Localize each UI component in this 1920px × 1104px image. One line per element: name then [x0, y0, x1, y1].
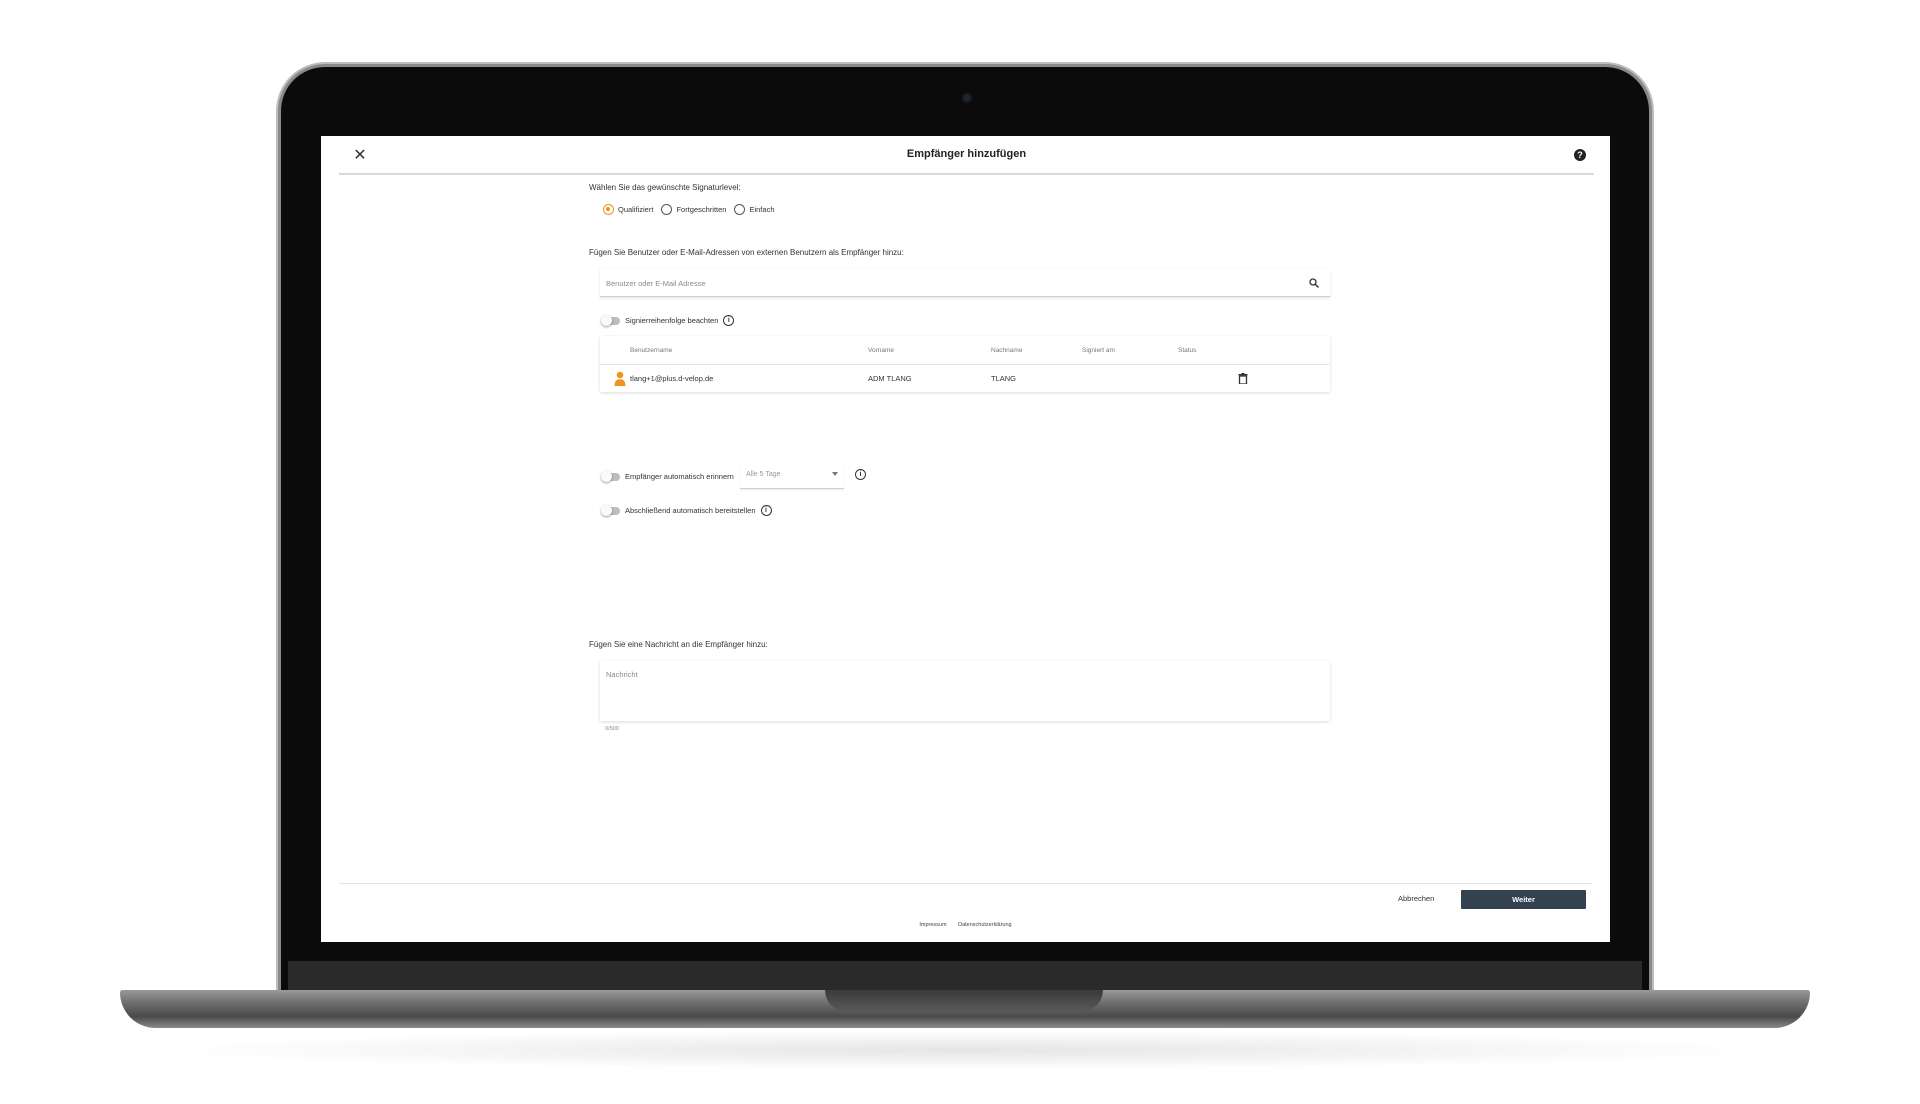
next-button[interactable]: Weiter — [1461, 890, 1586, 909]
dialog-header: ✕ Empfänger hinzufügen ? — [339, 136, 1594, 175]
radio-qualifiziert[interactable]: Qualifiziert — [603, 204, 653, 215]
signing-order-label: Signierreihenfolge beachten — [625, 316, 719, 325]
user-icon — [614, 371, 626, 386]
base-shadow — [150, 1030, 1780, 1070]
imprint-link[interactable]: Impressum — [919, 922, 946, 928]
cell-firstname: ADM TLANG — [868, 374, 912, 383]
info-icon[interactable]: i — [760, 505, 772, 516]
signing-order-row: Signierreihenfolge beachten i — [601, 314, 735, 326]
cancel-button[interactable]: Abbrechen — [1398, 894, 1434, 903]
signing-order-toggle[interactable] — [601, 314, 620, 326]
column-header-signed[interactable]: Signiert am — [1082, 347, 1115, 354]
laptop-base — [120, 990, 1810, 1028]
privacy-link[interactable]: Datenschutzerklärung — [958, 922, 1012, 928]
info-icon[interactable]: i — [855, 469, 866, 480]
cell-username: tlang+1@plus.d-velop.de — [630, 374, 714, 383]
column-header-username[interactable]: Benutzername — [630, 347, 672, 354]
radio-button[interactable] — [734, 204, 746, 215]
message-char-counter: 0/500 — [605, 726, 619, 732]
footer-links: Impressum Datenschutzerklärung — [321, 922, 1610, 928]
recipient-search-box — [600, 269, 1330, 297]
message-label: Fügen Sie eine Nachricht an die Empfänge… — [589, 640, 768, 649]
message-box — [600, 661, 1330, 721]
help-icon[interactable]: ? — [1574, 149, 1586, 161]
add-recipients-label: Fügen Sie Benutzer oder E-Mail-Adressen … — [589, 248, 904, 257]
recipients-table: Benutzername Vorname Nachname Signiert a… — [600, 336, 1330, 392]
auto-remind-toggle[interactable] — [601, 470, 620, 482]
cell-lastname: TLANG — [991, 374, 1017, 383]
auto-provide-toggle[interactable] — [601, 504, 620, 516]
reminder-interval-value: Alle 5 Tage — [746, 471, 781, 478]
info-icon[interactable]: i — [723, 315, 735, 326]
message-textarea[interactable] — [606, 670, 1316, 714]
column-header-firstname[interactable]: Vorname — [868, 347, 894, 354]
camera — [963, 94, 971, 102]
radio-label: Qualifiziert — [618, 205, 654, 214]
table-row[interactable]: tlang+1@plus.d-velop.de ADM TLANG TLANG — [600, 365, 1330, 392]
radio-label: Einfach — [749, 205, 775, 214]
signature-level-radio-group: Qualifiziert Fortgeschritten Einfach — [603, 204, 775, 215]
radio-fortgeschritten[interactable]: Fortgeschritten — [661, 204, 726, 215]
radio-button[interactable] — [661, 204, 673, 215]
radio-einfach[interactable]: Einfach — [734, 204, 775, 215]
trash-icon[interactable] — [1238, 373, 1248, 384]
hinge-notch — [825, 990, 1103, 1012]
radio-button-checked[interactable] — [603, 204, 614, 215]
auto-remind-row: Empfänger automatisch erinnern — [601, 470, 734, 482]
table-header: Benutzername Vorname Nachname Signiert a… — [600, 336, 1330, 365]
auto-remind-label: Empfänger automatisch erinnern — [625, 472, 734, 481]
chevron-down-icon — [832, 472, 838, 476]
search-icon[interactable] — [1308, 277, 1320, 289]
signature-level-label: Wählen Sie das gewünschte Signaturlevel: — [589, 183, 741, 192]
auto-provide-row: Abschließend automatisch bereitstellen i — [601, 504, 772, 516]
radio-label: Fortgeschritten — [676, 205, 727, 214]
auto-provide-label: Abschließend automatisch bereitstellen — [625, 506, 756, 515]
column-header-lastname[interactable]: Nachname — [991, 347, 1022, 354]
dialog-title: Empfänger hinzufügen — [906, 148, 1027, 160]
recipient-search-input[interactable] — [606, 276, 1286, 290]
screen: ✕ Empfänger hinzufügen ? Wählen Sie das … — [321, 136, 1610, 942]
column-header-status[interactable]: Status — [1178, 347, 1196, 354]
footer-divider — [339, 883, 1592, 884]
reminder-interval-select[interactable]: Alle 5 Tage — [740, 461, 844, 489]
